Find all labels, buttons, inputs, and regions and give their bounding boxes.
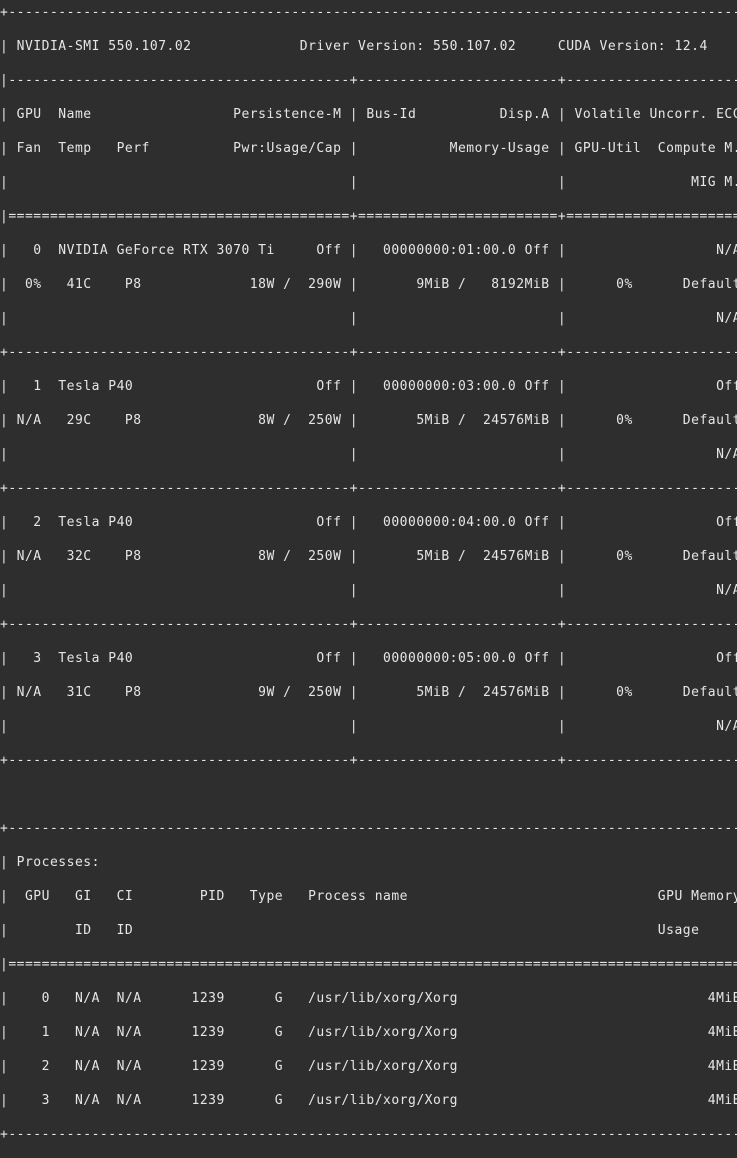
column-header-row-1: | GPU Name Persistence-M | Bus-Id Disp.A… (0, 107, 737, 122)
smi-version-header: | NVIDIA-SMI 550.107.02 Driver Version: … (0, 39, 737, 54)
processes-header-row-1: | GPU GI CI PID Type Process name GPU Me… (0, 889, 737, 904)
gpu-3-row-2: | N/A 31C P8 9W / 250W | 5MiB / 24576MiB… (0, 685, 737, 700)
top-border: +---------------------------------------… (0, 5, 737, 20)
gpu-1-row-1: | 1 Tesla P40 Off | 00000000:03:00.0 Off… (0, 379, 737, 394)
process-row: | 1 N/A N/A 1239 G /usr/lib/xorg/Xorg 4M… (0, 1025, 737, 1040)
gpu-divider: +---------------------------------------… (0, 345, 737, 360)
gpu-2-row-3: | | | N/A | (0, 583, 737, 598)
terminal-output: +---------------------------------------… (0, 0, 737, 1158)
gpu-2-row-2: | N/A 32C P8 8W / 250W | 5MiB / 24576MiB… (0, 549, 737, 564)
gpu-1-row-2: | N/A 29C P8 8W / 250W | 5MiB / 24576MiB… (0, 413, 737, 428)
process-row: | 0 N/A N/A 1239 G /usr/lib/xorg/Xorg 4M… (0, 991, 737, 1006)
column-header-row-2: | Fan Temp Perf Pwr:Usage/Cap | Memory-U… (0, 141, 737, 156)
gpu-3-row-1: | 3 Tesla P40 Off | 00000000:05:00.0 Off… (0, 651, 737, 666)
gpu-2-row-1: | 2 Tesla P40 Off | 00000000:04:00.0 Off… (0, 515, 737, 530)
gpu-divider: +---------------------------------------… (0, 617, 737, 632)
processes-header-row-2: | ID ID Usage | (0, 923, 737, 938)
processes-header-separator: |=======================================… (0, 957, 737, 972)
header-divider: |---------------------------------------… (0, 73, 737, 88)
processes-top-border: +---------------------------------------… (0, 821, 737, 836)
header-separator: |=======================================… (0, 209, 737, 224)
process-row: | 3 N/A N/A 1239 G /usr/lib/xorg/Xorg 4M… (0, 1093, 737, 1108)
gpu-divider: +---------------------------------------… (0, 481, 737, 496)
gpu-0-row-1: | 0 NVIDIA GeForce RTX 3070 Ti Off | 000… (0, 243, 737, 258)
gpu-table-bottom-border: +---------------------------------------… (0, 753, 737, 768)
gpu-1-row-3: | | | N/A | (0, 447, 737, 462)
gpu-0-row-2: | 0% 41C P8 18W / 290W | 9MiB / 8192MiB … (0, 277, 737, 292)
processes-title: | Processes: | (0, 855, 737, 870)
gpu-3-row-3: | | | N/A | (0, 719, 737, 734)
process-row: | 2 N/A N/A 1239 G /usr/lib/xorg/Xorg 4M… (0, 1059, 737, 1074)
gpu-0-row-3: | | | N/A | (0, 311, 737, 326)
column-header-row-3: | | | MIG M. | (0, 175, 737, 190)
processes-bottom-border: +---------------------------------------… (0, 1127, 737, 1142)
